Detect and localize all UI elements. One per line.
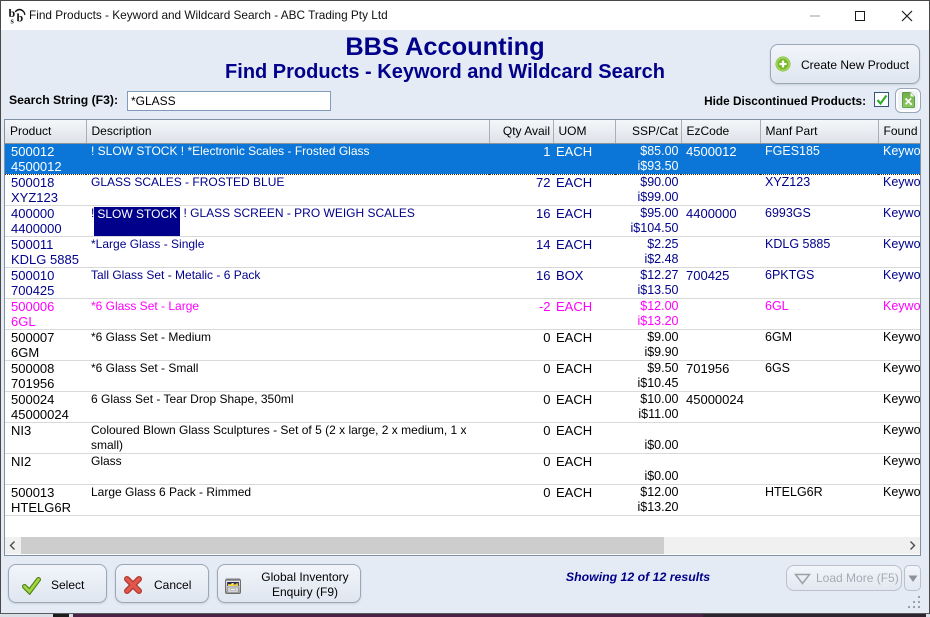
- svg-text:b: b: [17, 11, 24, 25]
